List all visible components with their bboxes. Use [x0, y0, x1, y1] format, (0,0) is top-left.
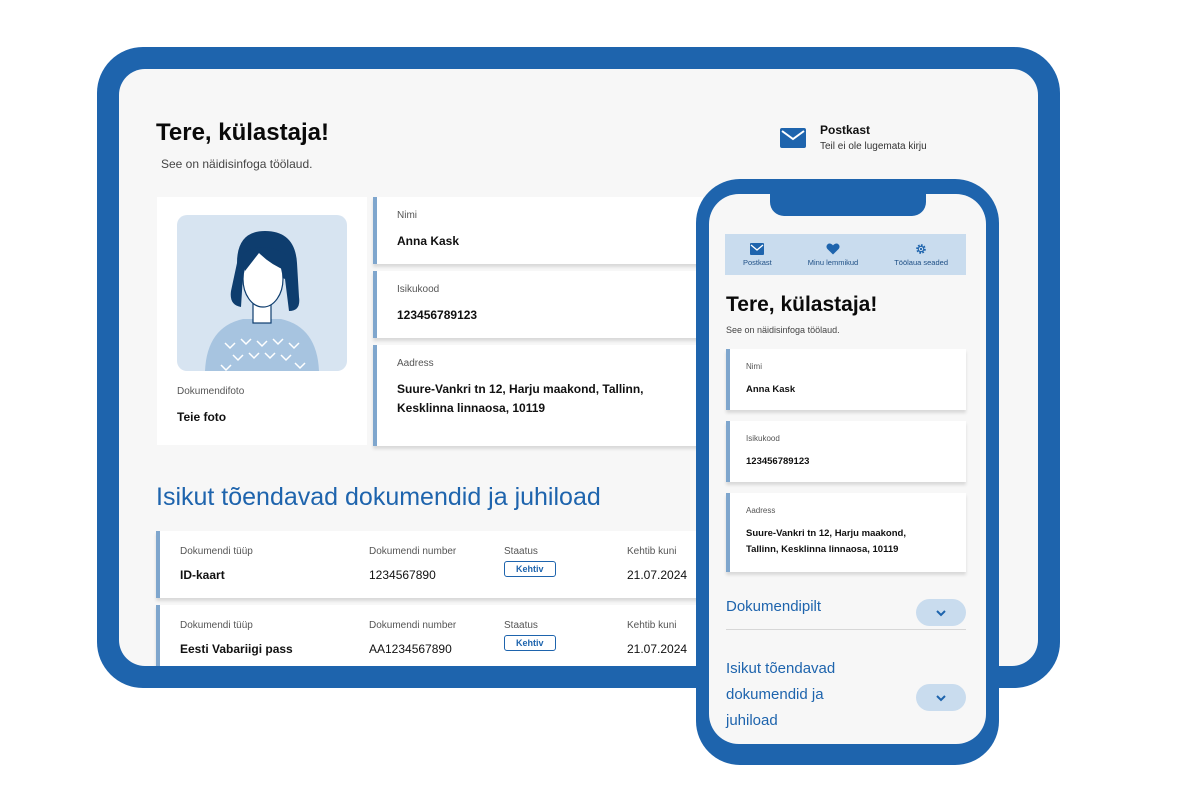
- field-label: Isikukood: [397, 284, 440, 295]
- accordion-label-line-1: Isikut tõendavad: [726, 660, 836, 677]
- accordion-identity-documents[interactable]: Isikut tõendavad dokumendid ja juhiload: [726, 656, 966, 736]
- chevron-down-icon: [936, 694, 946, 701]
- doc-status-label: Staatus: [504, 546, 538, 557]
- field-label: Nimi: [397, 210, 417, 221]
- gear-icon: [916, 243, 926, 254]
- page-subtitle: See on näidisinfoga töölaud.: [726, 325, 840, 335]
- nav-item-mailbox[interactable]: Postkast: [743, 242, 772, 267]
- field-value: Anna Kask: [397, 234, 460, 248]
- page-title: Tere, külastaja!: [156, 119, 329, 146]
- id-code-field: Isikukood 123456789123: [726, 421, 966, 482]
- doc-valid-date: 21.07.2024: [627, 642, 688, 656]
- doc-valid-label: Kehtib kuni: [627, 620, 677, 631]
- doc-number: AA1234567890: [369, 642, 452, 656]
- accordion-label-line-3: juhiload: [726, 712, 778, 729]
- photo-value: Teie foto: [177, 410, 227, 424]
- address-line-2: Kesklinna linnaosa, 10119: [397, 401, 546, 415]
- document-photo-card: Dokumendifoto Teie foto: [157, 197, 367, 445]
- doc-type: ID-kaart: [180, 568, 225, 582]
- mail-icon: [750, 242, 765, 255]
- nav-label: Töölaua seaded: [894, 257, 948, 267]
- nav-label: Minu lemmikud: [807, 257, 859, 267]
- nav-item-settings[interactable]: Töölaua seaded: [894, 243, 948, 267]
- accordion-document-photo[interactable]: Dokumendipilt: [726, 594, 966, 630]
- doc-type: Eesti Vabariigi pass: [180, 642, 293, 656]
- field-value: 123456789123: [397, 308, 478, 322]
- avatar-illustration: [205, 231, 319, 371]
- phone-screen: Postkast Minu lemmikud Töölaua seaded Te…: [709, 194, 986, 744]
- heart-icon: [826, 243, 840, 254]
- accordion-toggle-button[interactable]: [916, 684, 966, 711]
- field-label: Isikukood: [746, 434, 780, 443]
- documents-heading: Isikut tõendavad dokumendid ja juhiload: [156, 483, 601, 511]
- mailbox-link[interactable]: Postkast Teil ei ole lugemata kirju: [780, 123, 927, 152]
- field-value: Suure-Vankri tn 12, Harju maakond, Talli…: [397, 380, 644, 418]
- address-field: Aadress Suure-Vankri tn 12, Harju maakon…: [373, 345, 703, 446]
- name-field: Nimi Anna Kask: [373, 197, 703, 264]
- divider: [726, 629, 966, 630]
- doc-status-label: Staatus: [504, 620, 538, 631]
- doc-type-label: Dokumendi tüüp: [180, 546, 253, 557]
- address-line-1: Suure-Vankri tn 12, Harju maakond, Talli…: [397, 382, 644, 396]
- mail-icon: [780, 128, 806, 148]
- doc-number-label: Dokumendi number: [369, 620, 457, 631]
- doc-number: 1234567890: [369, 568, 436, 582]
- doc-type-label: Dokumendi tüüp: [180, 620, 253, 631]
- doc-valid-date: 21.07.2024: [627, 568, 688, 582]
- page-title: Tere, külastaja!: [726, 293, 878, 316]
- mobile-nav-bar: Postkast Minu lemmikud Töölaua seaded: [725, 234, 966, 275]
- avatar: [177, 215, 347, 371]
- address-field: Aadress Suure-Vankri tn 12, Harju maakon…: [726, 493, 966, 572]
- address-line-2: Tallinn, Kesklinna linnaosa, 10119: [746, 544, 899, 555]
- phone-frame: Postkast Minu lemmikud Töölaua seaded Te…: [696, 179, 999, 765]
- field-label: Nimi: [746, 362, 762, 371]
- nav-label: Postkast: [743, 257, 772, 267]
- phone-notch: [770, 194, 926, 216]
- document-row[interactable]: Dokumendi tüüp Eesti Vabariigi pass Dokum…: [156, 605, 716, 666]
- address-line-1: Suure-Vankri tn 12, Harju maakond,: [746, 528, 906, 539]
- document-row[interactable]: Dokumendi tüüp ID-kaart Dokumendi number 1…: [156, 531, 716, 598]
- page-subtitle: See on näidisinfoga töölaud.: [161, 157, 313, 171]
- accordion-toggle-button[interactable]: [916, 599, 966, 626]
- mailbox-title: Postkast: [820, 123, 871, 137]
- status-badge: Kehtiv: [504, 635, 556, 651]
- mailbox-status: Teil ei ole lugemata kirju: [820, 141, 927, 152]
- name-field: Nimi Anna Kask: [726, 349, 966, 410]
- doc-valid-label: Kehtib kuni: [627, 546, 677, 557]
- field-value: Anna Kask: [746, 384, 796, 395]
- photo-label: Dokumendifoto: [177, 386, 245, 397]
- field-value: Suure-Vankri tn 12, Harju maakond, Talli…: [746, 526, 906, 558]
- status-badge: Kehtiv: [504, 561, 556, 577]
- field-label: Aadress: [746, 506, 776, 515]
- chevron-down-icon: [936, 609, 946, 616]
- nav-item-favorites[interactable]: Minu lemmikud: [808, 243, 858, 267]
- doc-number-label: Dokumendi number: [369, 546, 457, 557]
- field-value: 123456789123: [746, 456, 810, 467]
- id-code-field: Isikukood 123456789123: [373, 271, 703, 338]
- field-label: Aadress: [397, 358, 434, 369]
